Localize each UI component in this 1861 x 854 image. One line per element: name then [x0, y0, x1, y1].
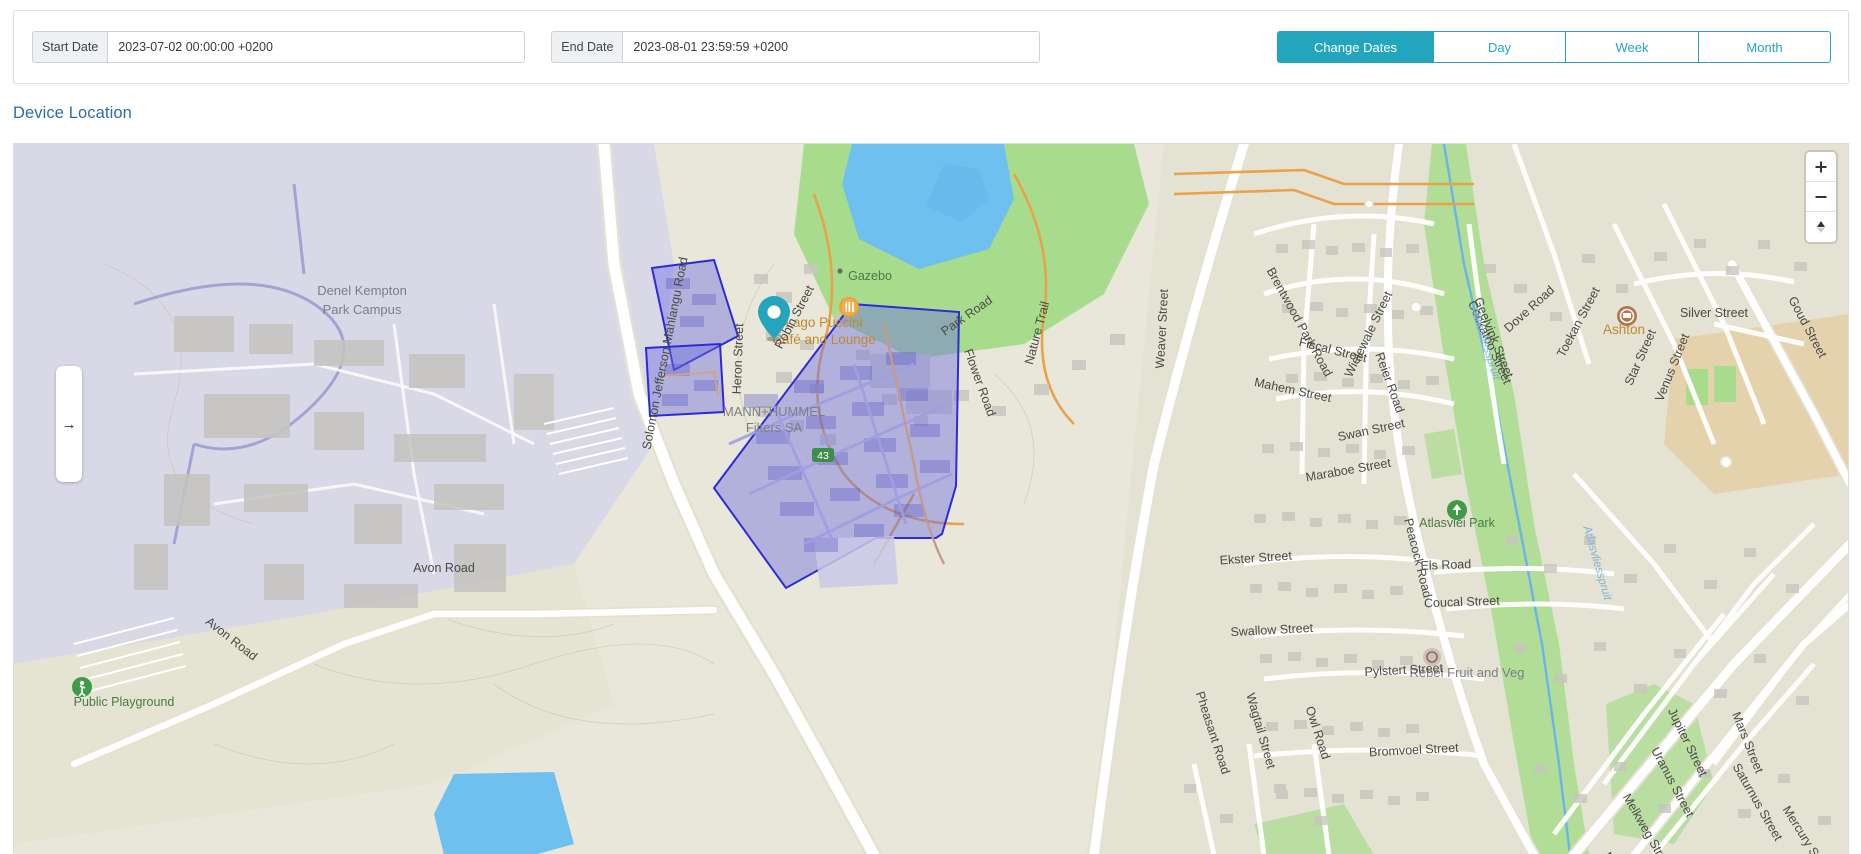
gazebo-icon	[837, 268, 843, 274]
shop-icon-rebel	[1423, 648, 1441, 666]
end-date-group: End Date	[551, 31, 1041, 63]
restaurant-icon	[839, 297, 859, 317]
compass-reset-north-icon[interactable]	[1806, 212, 1836, 242]
day-button[interactable]: Day	[1433, 31, 1565, 63]
change-dates-button[interactable]: Change Dates	[1277, 31, 1433, 63]
zoom-in-icon[interactable]	[1806, 152, 1836, 182]
page-title: Device Location	[13, 104, 132, 122]
shop-icon-ashton	[1617, 306, 1637, 326]
map-controls	[1806, 152, 1836, 242]
start-date-label: Start Date	[32, 31, 108, 63]
end-date-input[interactable]	[622, 31, 1041, 63]
date-range-button-group: Change Dates Day Week Month	[1277, 31, 1831, 63]
date-filter-panel: Start Date End Date Change Dates Day Wee…	[13, 10, 1849, 84]
start-date-input[interactable]	[107, 31, 526, 63]
date-filter-row: Start Date End Date	[32, 31, 1041, 63]
device-location-map[interactable]: Denel Kempton Park Campus Lago Puccini C…	[13, 143, 1849, 854]
end-date-label: End Date	[551, 31, 623, 63]
week-button[interactable]: Week	[1565, 31, 1698, 63]
svg-text:43: 43	[817, 450, 829, 462]
start-date-group: Start Date	[32, 31, 526, 63]
road-shield-43: 43	[812, 448, 834, 462]
month-button[interactable]: Month	[1698, 31, 1831, 63]
arrow-right-icon: →	[61, 415, 77, 433]
zoom-out-icon[interactable]	[1806, 182, 1836, 212]
park-icon	[1447, 500, 1467, 520]
map-panel-expand-button[interactable]: →	[56, 366, 82, 482]
playground-icon	[72, 677, 92, 697]
device-location-page: Start Date End Date Change Dates Day Wee…	[0, 0, 1861, 854]
